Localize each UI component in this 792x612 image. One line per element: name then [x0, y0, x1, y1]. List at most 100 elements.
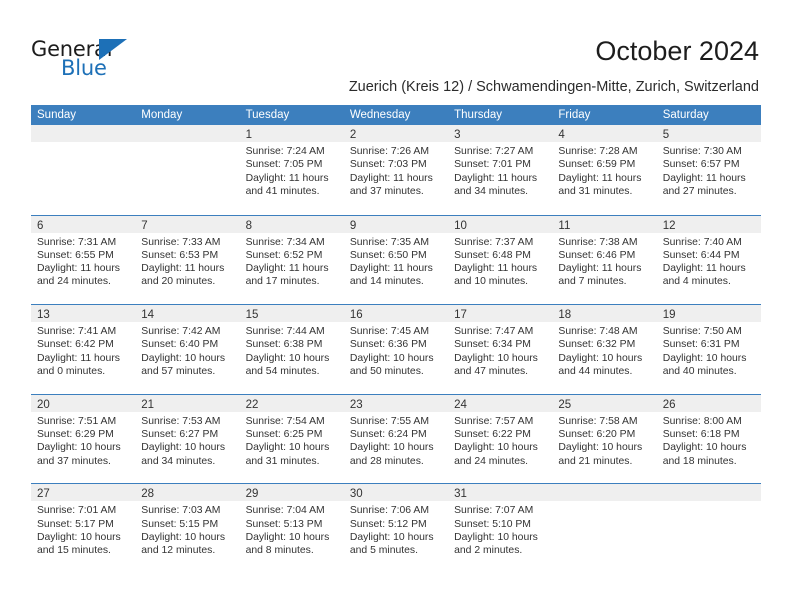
day-cell-empty	[552, 484, 657, 573]
day-number: 21	[141, 398, 155, 411]
day-cell-4[interactable]: 4 Sunrise: 7:28 AM Sunset: 6:59 PM Daylight…	[552, 125, 657, 215]
day-details: Sunrise: 7:44 AM Sunset: 6:38 PM Daylight:…	[240, 322, 344, 378]
day-details: Sunrise: 8:00 AM Sunset: 6:18 PM Daylight:…	[657, 412, 761, 468]
day-details: Sunrise: 7:33 AM Sunset: 6:53 PM Daylight:…	[135, 233, 239, 289]
daylight-line-2: and 34 minutes.	[141, 455, 216, 467]
sunset-line: Sunset: 6:40 PM	[141, 339, 219, 351]
sunset-line: Sunset: 6:59 PM	[558, 159, 636, 171]
daylight-line-2: and 10 minutes.	[454, 276, 529, 288]
day-cell-15[interactable]: 15 Sunrise: 7:44 AM Sunset: 6:38 PM Dayligh…	[239, 305, 344, 394]
daylight-line-1: Daylight: 11 hours	[349, 172, 433, 184]
day-details: Sunrise: 7:51 AM Sunset: 6:29 PM Daylight:…	[31, 412, 135, 468]
day-details: Sunrise: 7:45 AM Sunset: 6:36 PM Daylight:…	[344, 322, 448, 378]
day-cell-9[interactable]: 9 Sunrise: 7:35 AM Sunset: 6:50 PM Daylight…	[343, 215, 449, 305]
daylight-line-2: and 41 minutes.	[245, 185, 320, 197]
sunset-line: Sunset: 7:05 PM	[245, 159, 323, 171]
day-details: Sunrise: 7:04 AM Sunset: 5:13 PM Daylight:…	[240, 501, 344, 557]
day-cell-14[interactable]: 14 Sunrise: 7:42 AM Sunset: 6:40 PM Dayligh…	[135, 305, 240, 394]
sunrise-line: Sunrise: 7:30 AM	[662, 146, 742, 157]
daylight-line-2: and 31 minutes.	[558, 185, 633, 197]
day-cell-21[interactable]: 21 Sunrise: 7:53 AM Sunset: 6:27 PM Dayligh…	[135, 394, 240, 484]
sunset-line: Sunset: 6:22 PM	[454, 429, 531, 441]
day-cell-2[interactable]: 2 Sunrise: 7:26 AM Sunset: 7:03 PM Daylight…	[343, 125, 449, 215]
day-details: Sunrise: 7:55 AM Sunset: 6:24 PM Daylight:…	[344, 412, 448, 468]
day-details	[31, 142, 135, 145]
day-cell-1[interactable]: 1 Sunrise: 7:24 AM Sunset: 7:05 PM Daylight…	[239, 125, 344, 215]
day-number-band: 5	[656, 125, 761, 142]
day-cell-23[interactable]: 23 Sunrise: 7:55 AM Sunset: 6:24 PM Dayligh…	[343, 394, 449, 484]
day-cell-5[interactable]: 5 Sunrise: 7:30 AM Sunset: 6:57 PM Daylight…	[656, 125, 761, 215]
sunrise-line: Sunrise: 7:42 AM	[141, 326, 221, 338]
day-cell-19[interactable]: 19 Sunrise: 7:50 AM Sunset: 6:31 PM Dayligh…	[656, 305, 761, 394]
day-number-band: 27	[31, 484, 136, 502]
calendar-page: General Blue October 2024 Zuerich (Kreis…	[0, 0, 792, 612]
day-cell-10[interactable]: 10 Sunrise: 7:37 AM Sunset: 6:48 PM Dayligh…	[448, 215, 553, 305]
sunset-line: Sunset: 7:01 PM	[454, 159, 531, 171]
daylight-line-1: Daylight: 11 hours	[245, 263, 329, 275]
day-cell-26[interactable]: 26 Sunrise: 8:00 AM Sunset: 6:18 PM Dayligh…	[656, 394, 761, 484]
day-cell-18[interactable]: 18 Sunrise: 7:48 AM Sunset: 6:32 PM Dayligh…	[552, 305, 657, 394]
sunset-line: Sunset: 6:25 PM	[245, 429, 323, 441]
page-header: General Blue October 2024 Zuerich (Kreis…	[0, 0, 792, 100]
daylight-line-2: and 4 minutes.	[662, 276, 731, 288]
day-number: 14	[141, 309, 155, 322]
calendar-week-row: 20 Sunrise: 7:51 AM Sunset: 6:29 PM Dayligh…	[31, 393, 761, 484]
sunrise-line: Sunrise: 7:58 AM	[558, 415, 638, 427]
day-cell-7[interactable]: 7 Sunrise: 7:33 AM Sunset: 6:53 PM Daylight…	[135, 215, 240, 305]
daylight-line-1: Daylight: 10 hours	[37, 442, 121, 454]
day-cell-29[interactable]: 29 Sunrise: 7:04 AM Sunset: 5:13 PM Dayligh…	[239, 484, 344, 573]
calendar-weeks: 1 Sunrise: 7:24 AM Sunset: 7:05 PM Daylight…	[31, 125, 761, 573]
day-number-band	[31, 125, 136, 142]
day-number: 18	[558, 309, 572, 322]
day-details: Sunrise: 7:42 AM Sunset: 6:40 PM Daylight:…	[135, 322, 239, 378]
sunset-line: Sunset: 6:31 PM	[662, 339, 740, 351]
day-cell-8[interactable]: 8 Sunrise: 7:34 AM Sunset: 6:52 PM Daylight…	[239, 215, 344, 305]
day-number: 9	[349, 219, 357, 232]
day-details: Sunrise: 7:01 AM Sunset: 5:17 PM Daylight:…	[31, 501, 135, 557]
daylight-line-1: Daylight: 11 hours	[37, 263, 120, 275]
day-number-band: 2	[343, 125, 449, 142]
daylight-line-1: Daylight: 11 hours	[558, 263, 642, 275]
sunrise-line: Sunrise: 7:31 AM	[37, 236, 117, 248]
sunset-line: Sunset: 5:12 PM	[349, 518, 427, 530]
daylight-line-2: and 17 minutes.	[245, 276, 320, 288]
daylight-line-2: and 0 minutes.	[37, 366, 106, 378]
day-cell-11[interactable]: 11 Sunrise: 7:38 AM Sunset: 6:46 PM Dayligh…	[552, 215, 657, 305]
sunrise-line: Sunrise: 7:47 AM	[454, 326, 534, 338]
sunrise-line: Sunrise: 7:26 AM	[349, 146, 429, 157]
day-cell-31[interactable]: 31 Sunrise: 7:07 AM Sunset: 5:10 PM Dayligh…	[448, 484, 553, 573]
day-cell-3[interactable]: 3 Sunrise: 7:27 AM Sunset: 7:01 PM Daylight…	[448, 125, 553, 215]
day-cell-22[interactable]: 22 Sunrise: 7:54 AM Sunset: 6:25 PM Dayligh…	[239, 394, 344, 484]
day-cell-6[interactable]: 6 Sunrise: 7:31 AM Sunset: 6:55 PM Daylight…	[31, 215, 136, 305]
daylight-line-1: Daylight: 11 hours	[558, 172, 642, 184]
sunrise-line: Sunrise: 7:48 AM	[558, 326, 638, 338]
day-number-band: 20	[31, 394, 136, 412]
day-number: 1	[245, 129, 252, 141]
sunset-line: Sunset: 6:27 PM	[141, 429, 219, 441]
daylight-line-1: Daylight: 11 hours	[662, 172, 746, 184]
day-cell-13[interactable]: 13 Sunrise: 7:41 AM Sunset: 6:42 PM Dayligh…	[31, 305, 136, 394]
day-number: 25	[558, 398, 572, 411]
day-cell-25[interactable]: 25 Sunrise: 7:58 AM Sunset: 6:20 PM Dayligh…	[552, 394, 657, 484]
day-cell-empty	[135, 125, 240, 215]
day-cell-28[interactable]: 28 Sunrise: 7:03 AM Sunset: 5:15 PM Dayligh…	[135, 484, 240, 573]
daylight-line-2: and 8 minutes.	[245, 545, 314, 557]
sunrise-line: Sunrise: 7:50 AM	[662, 326, 742, 338]
sunset-line: Sunset: 5:17 PM	[37, 518, 114, 530]
daylight-line-1: Daylight: 11 hours	[37, 352, 120, 364]
logo-text-blue: Blue	[61, 56, 107, 80]
day-cell-20[interactable]: 20 Sunrise: 7:51 AM Sunset: 6:29 PM Dayligh…	[31, 394, 136, 484]
day-cell-30[interactable]: 30 Sunrise: 7:06 AM Sunset: 5:12 PM Dayligh…	[343, 484, 449, 573]
generalblue-logo[interactable]: General Blue	[31, 38, 151, 80]
sunset-line: Sunset: 6:44 PM	[662, 249, 740, 261]
day-cell-24[interactable]: 24 Sunrise: 7:57 AM Sunset: 6:22 PM Dayligh…	[448, 394, 553, 484]
weekday-header-wednesday: Wednesday	[349, 109, 411, 121]
day-details: Sunrise: 7:30 AM Sunset: 6:57 PM Daylight:…	[657, 142, 761, 198]
daylight-line-2: and 40 minutes.	[662, 366, 737, 378]
daylight-line-2: and 7 minutes.	[558, 276, 627, 288]
day-cell-16[interactable]: 16 Sunrise: 7:45 AM Sunset: 6:36 PM Dayligh…	[343, 305, 449, 394]
day-cell-27[interactable]: 27 Sunrise: 7:01 AM Sunset: 5:17 PM Dayligh…	[31, 484, 136, 573]
day-cell-12[interactable]: 12 Sunrise: 7:40 AM Sunset: 6:44 PM Dayligh…	[656, 215, 761, 305]
day-cell-17[interactable]: 17 Sunrise: 7:47 AM Sunset: 6:34 PM Dayligh…	[448, 305, 553, 394]
sunset-line: Sunset: 6:34 PM	[454, 339, 531, 351]
